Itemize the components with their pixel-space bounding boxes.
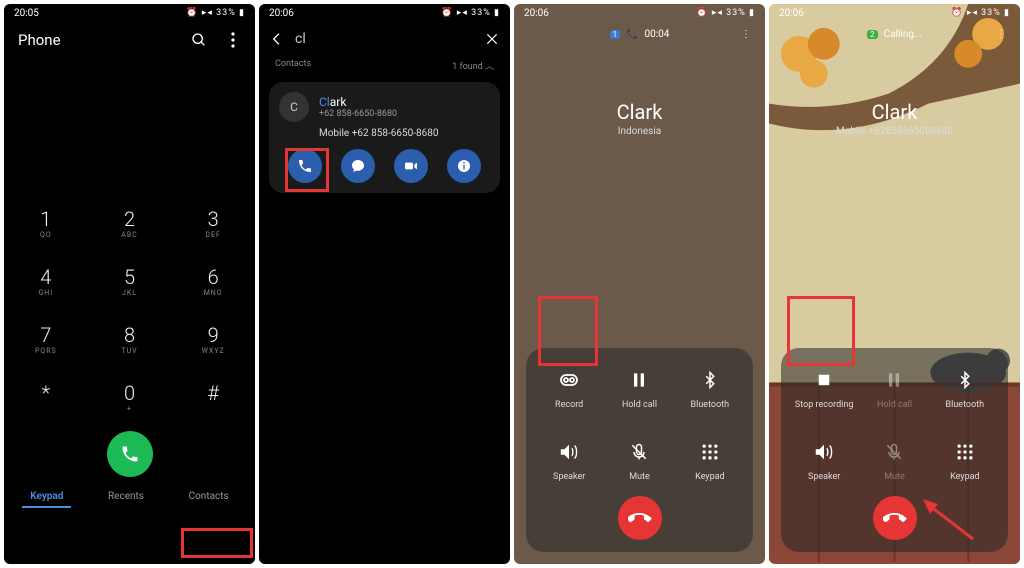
call-duration: 00:04 (645, 29, 670, 40)
hold-button[interactable]: Hold call (604, 366, 674, 410)
more-icon[interactable]: ⋮ (741, 29, 751, 40)
key-5[interactable]: 5JKL (88, 265, 172, 297)
status-time: 20:06 (779, 8, 804, 19)
tab-keypad[interactable]: Keypad (22, 487, 71, 508)
bluetooth-button[interactable]: Bluetooth (930, 366, 1000, 410)
status-time: 20:06 (524, 8, 549, 19)
speaker-button[interactable]: Speaker (789, 438, 859, 482)
tutorial-arrow-icon (918, 494, 978, 544)
call-top-bar: 2 Calling... ⋮ (769, 29, 1020, 40)
status-icons: ⏰ ▸◂ 33% ▮ (696, 8, 755, 19)
record-button[interactable]: Record (534, 366, 604, 410)
info-action-button[interactable] (447, 149, 481, 183)
phone-icon: 📞 (626, 29, 638, 40)
contact-mobile: Mobile +62 858-6650-8680 (319, 128, 490, 139)
search-header: cl (259, 23, 510, 55)
dial-call-button[interactable] (107, 431, 153, 477)
sim-badge: 2 (867, 30, 878, 39)
search-icon[interactable] (191, 32, 207, 48)
screen-dialer: 20:05 ⏰ ▸◂ 33% ▮ Phone 1QO2ABC3DEF 4GHI5J… (4, 4, 255, 564)
sim-badge: 1 (610, 30, 621, 39)
call-status: Calling... (884, 29, 922, 40)
message-action-button[interactable] (341, 149, 375, 183)
back-icon[interactable] (269, 31, 285, 47)
key-3[interactable]: 3DEF (171, 207, 255, 239)
call-controls-panel: Record Hold call Bluetooth Speaker Mute … (526, 348, 753, 552)
search-input[interactable]: cl (295, 31, 484, 47)
keypad-button[interactable]: Keypad (930, 438, 1000, 482)
section-label: Contacts (275, 59, 311, 72)
dialpad: 1QO2ABC3DEF 4GHI5JKL6MNO 7PQRS8TUV9WXYZ *0+… (4, 207, 255, 413)
key-0[interactable]: 0+ (88, 381, 172, 413)
key-*[interactable]: * (4, 381, 88, 413)
caller-name: Clark (769, 100, 1020, 124)
more-icon[interactable]: ⋮ (996, 29, 1006, 40)
mute-button[interactable]: Mute (859, 438, 929, 482)
key-9[interactable]: 9WXYZ (171, 323, 255, 355)
status-bar: 20:06 ⏰ ▸◂ 33% ▮ (259, 4, 510, 23)
status-bar: 20:05 ⏰ ▸◂ 33% ▮ (4, 4, 255, 23)
tutorial-highlight (181, 528, 253, 558)
results-section: Contacts 1 found ︿ (259, 55, 510, 76)
contact-card[interactable]: C Clark +62 858-6650-8680 Mobile +62 858… (269, 82, 500, 193)
results-count[interactable]: 1 found ︿ (452, 59, 494, 72)
contact-actions (279, 149, 490, 183)
key-8[interactable]: 8TUV (88, 323, 172, 355)
screen-calling: 20:06 ⏰ ▸◂ 33% ▮ 2 Calling... ⋮ Clark Mo… (769, 4, 1020, 564)
call-action-button[interactable] (288, 149, 322, 183)
key-6[interactable]: 6MNO (171, 265, 255, 297)
status-time: 20:05 (14, 8, 39, 19)
contact-name: Clark (319, 95, 397, 109)
call-controls-panel: Stop recording Hold call Bluetooth Speak… (781, 348, 1008, 552)
end-call-button[interactable] (618, 496, 662, 540)
keypad-button[interactable]: Keypad (675, 438, 745, 482)
caller-name: Clark (514, 100, 765, 124)
hold-button[interactable]: Hold call (859, 366, 929, 410)
avatar: C (279, 92, 309, 122)
bottom-tabs: Keypad Recents Contacts (4, 477, 255, 522)
status-icons: ⏰ ▸◂ 33% ▮ (441, 8, 500, 19)
status-bar: 20:06 ⏰ ▸◂ 33% ▮ (514, 4, 765, 23)
app-header: Phone (4, 23, 255, 57)
stop-recording-button[interactable]: Stop recording (789, 366, 859, 410)
tab-contacts[interactable]: Contacts (181, 487, 237, 508)
end-call-button[interactable] (873, 496, 917, 540)
bluetooth-button[interactable]: Bluetooth (675, 366, 745, 410)
caller-number: Mobile +62858665088680 (769, 126, 1020, 137)
more-icon[interactable] (225, 32, 241, 48)
clear-icon[interactable] (484, 31, 500, 47)
app-title: Phone (18, 31, 61, 49)
tab-recents[interactable]: Recents (100, 487, 152, 508)
status-icons: ⏰ ▸◂ 33% ▮ (186, 8, 245, 19)
screen-in-call: 20:06 ⏰ ▸◂ 33% ▮ 1 📞 00:04 ⋮ Clark Indon… (514, 4, 765, 564)
mute-button[interactable]: Mute (604, 438, 674, 482)
contact-number: +62 858-6650-8680 (319, 109, 397, 119)
call-top-bar: 1 📞 00:04 ⋮ (514, 29, 765, 40)
caller-location: Indonesia (514, 126, 765, 137)
speaker-button[interactable]: Speaker (534, 438, 604, 482)
status-time: 20:06 (269, 8, 294, 19)
status-bar: 20:06 ⏰ ▸◂ 33% ▮ (769, 4, 1020, 23)
key-2[interactable]: 2ABC (88, 207, 172, 239)
key-#[interactable]: # (171, 381, 255, 413)
status-icons: ⏰ ▸◂ 33% ▮ (951, 8, 1010, 19)
screen-search-contact: 20:06 ⏰ ▸◂ 33% ▮ cl Contacts 1 found ︿ C… (259, 4, 510, 564)
key-7[interactable]: 7PQRS (4, 323, 88, 355)
video-action-button[interactable] (394, 149, 428, 183)
key-1[interactable]: 1QO (4, 207, 88, 239)
key-4[interactable]: 4GHI (4, 265, 88, 297)
